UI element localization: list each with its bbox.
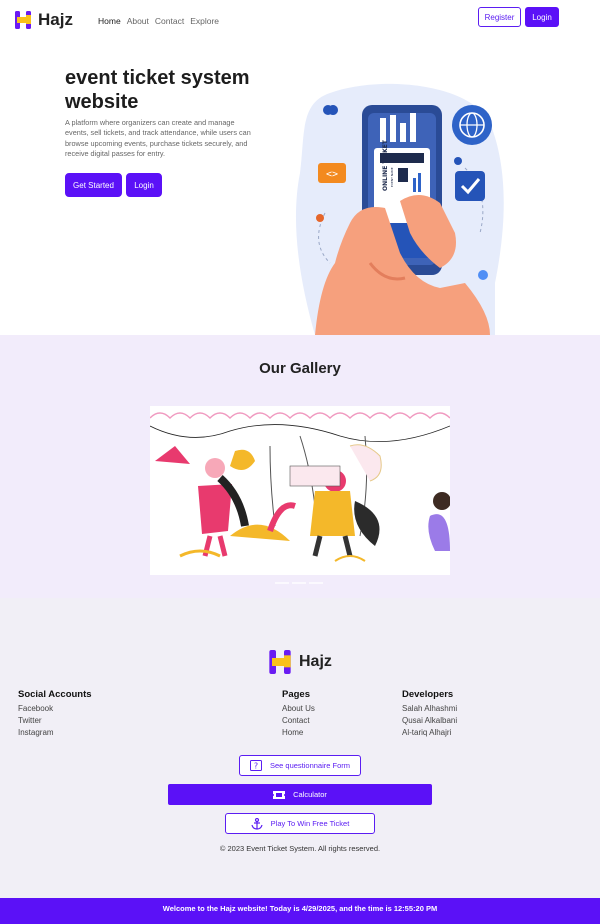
calculator-button[interactable]: Calculator xyxy=(168,784,432,805)
footer-brand-name: Hajz xyxy=(299,653,332,670)
get-started-button[interactable]: Get Started xyxy=(65,173,122,197)
online-ticket-illustration: <> ONLINE TICKET EVENT NAME xyxy=(295,83,504,335)
gallery-title: Our Gallery xyxy=(259,360,341,377)
hajz-logo-icon xyxy=(15,11,31,29)
play-to-win-button[interactable]: Play To Win Free Ticket xyxy=(225,813,375,834)
brand-name: Hajz xyxy=(38,10,73,29)
developers-column: Developers Salah Alhashmi Qusai Alkalban… xyxy=(402,689,457,739)
calculator-label: Calculator xyxy=(293,790,327,799)
developer-name: Salah Alhashmi xyxy=(402,704,458,713)
social-accounts-heading: Social Accounts xyxy=(18,689,92,700)
social-link-instagram[interactable]: Instagram xyxy=(18,727,92,739)
ticket-subtext: EVENT NAME xyxy=(390,167,394,187)
question-icon: ? xyxy=(249,760,262,771)
page-link-home[interactable]: Home xyxy=(282,727,315,739)
hajz-logo-icon xyxy=(269,650,291,674)
pages-heading: Pages xyxy=(282,689,310,700)
gallery-carousel-image[interactable] xyxy=(150,406,450,575)
page-link-about[interactable]: About Us xyxy=(282,703,315,715)
carousel-indicator[interactable] xyxy=(309,582,323,584)
hero-description: A platform where organizers can create a… xyxy=(65,118,251,158)
travelers-illustration xyxy=(150,412,450,562)
svg-text:?: ? xyxy=(254,762,258,771)
footer-brand[interactable]: Hajz xyxy=(269,650,332,674)
hero-section: event ticket system website A platform w… xyxy=(0,38,600,335)
welcome-banner: Welcome to the Hajz website! Today is 4/… xyxy=(0,898,600,924)
ticket-text: ONLINE TICKET xyxy=(382,139,389,191)
developer-name: Al-tariq Alhajri xyxy=(402,728,452,737)
developer-name: Qusai Alkalbani xyxy=(402,716,458,725)
register-button[interactable]: Register xyxy=(478,7,521,27)
social-link-twitter[interactable]: Twitter xyxy=(18,715,92,727)
anchor-icon xyxy=(251,817,263,830)
play-to-win-label: Play To Win Free Ticket xyxy=(270,819,350,828)
copyright-text: © 2023 Event Ticket System. All rights r… xyxy=(219,844,381,853)
hero-title: event ticket system website xyxy=(65,67,250,113)
questionnaire-label: See questionnaire Form xyxy=(269,761,351,770)
questionnaire-button[interactable]: ? See questionnaire Form xyxy=(239,755,361,776)
navbar: Hajz Home About Contact Explore Register… xyxy=(0,0,600,38)
carousel-indicator[interactable] xyxy=(292,582,306,584)
pages-column: Pages About Us Contact Home xyxy=(282,689,315,739)
carousel-indicator[interactable] xyxy=(275,582,289,584)
hero-login-button[interactable]: Login xyxy=(126,173,162,197)
developers-heading: Developers xyxy=(402,689,454,700)
ticket-icon xyxy=(273,790,286,799)
nav-link-explore[interactable]: Explore xyxy=(190,16,219,26)
gallery-section: Our Gallery xyxy=(0,335,600,598)
brand[interactable]: Hajz xyxy=(15,10,73,30)
nav-link-about[interactable]: About xyxy=(127,16,149,26)
svg-text:<>: <> xyxy=(326,169,338,180)
nav-link-contact[interactable]: Contact xyxy=(155,16,184,26)
nav-link-home[interactable]: Home xyxy=(98,16,121,26)
footer: Hajz Social Accounts Facebook Twitter In… xyxy=(0,598,600,898)
social-accounts-column: Social Accounts Facebook Twitter Instagr… xyxy=(18,689,92,739)
social-link-facebook[interactable]: Facebook xyxy=(18,703,92,715)
carousel-indicators xyxy=(275,582,323,584)
login-button[interactable]: Login xyxy=(525,7,559,27)
page-link-contact[interactable]: Contact xyxy=(282,715,315,727)
nav-links: Home About Contact Explore xyxy=(98,16,219,26)
